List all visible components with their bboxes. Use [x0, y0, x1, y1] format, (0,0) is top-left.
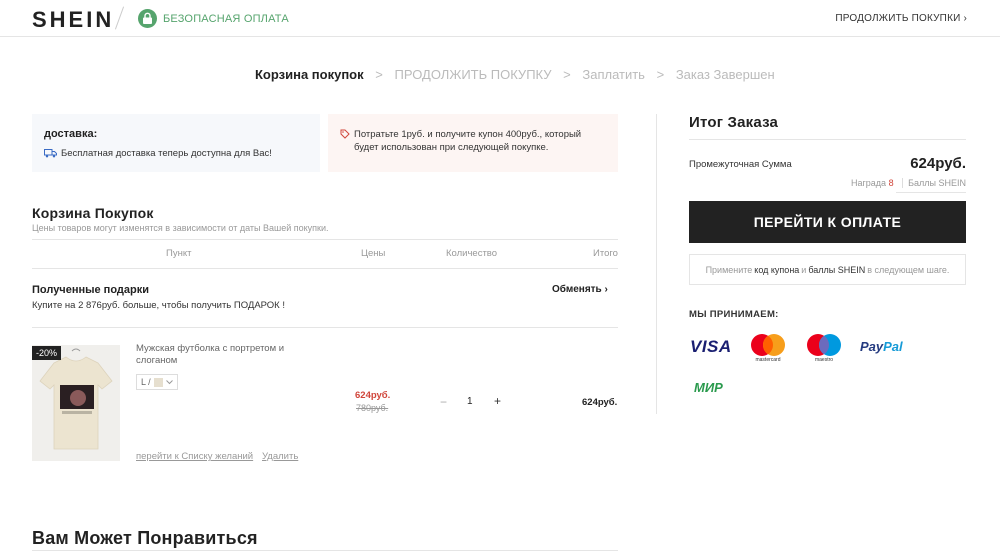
divider — [689, 139, 966, 140]
quantity-decrease-button[interactable]: − — [440, 395, 447, 409]
mastercard-label: mastercard — [755, 357, 780, 363]
mir-logo: МИР — [694, 380, 723, 395]
coupon-note-text: Примените — [705, 264, 753, 275]
proceed-to-payment-button[interactable]: ПЕРЕЙТИ К ОПЛАТЕ — [689, 201, 966, 243]
order-summary-title: Итог Заказа — [689, 114, 779, 131]
coupon-code-text: код купона — [754, 264, 800, 275]
product-name[interactable]: Мужская футболка с портретом и слоганом — [136, 343, 296, 367]
delete-item-link[interactable]: Удалить — [262, 451, 298, 462]
tshirt-image — [32, 345, 120, 461]
reward-value: 8 — [888, 178, 894, 188]
column-price: Цены — [361, 248, 386, 259]
step-separator: > — [375, 67, 383, 82]
shein-points-text: баллы SHEIN — [808, 264, 866, 275]
column-total: Итого — [593, 248, 618, 259]
logo-divider — [114, 6, 125, 30]
discount-badge: -20% — [32, 346, 62, 360]
cart-subtitle: Цены товаров могут изменятся в зависимос… — [32, 223, 329, 233]
delivery-title: доставка: — [44, 128, 98, 140]
mastercard-logo: mastercard — [751, 334, 785, 363]
paypal-pay: Pay — [860, 339, 884, 354]
reward-line: Награда 8 Баллы SHEIN — [851, 178, 966, 188]
divider — [32, 268, 618, 269]
checkout-steps: Корзина покупок > ПРОДОЛЖИТЬ ПОКУПКУ > З… — [255, 67, 775, 82]
quantity-increase-button[interactable]: + — [494, 394, 501, 408]
coupon-note-text: в следующем шаге. — [867, 264, 950, 275]
header: SHEIN БЕЗОПАСНАЯ ОПЛАТА ПРОДОЛЖИТЬ ПОКУП… — [0, 0, 1000, 37]
truck-icon — [44, 149, 57, 158]
coupon-note: Примените код купона и баллы SHEIN в сле… — [689, 254, 966, 285]
step-separator: > — [563, 67, 571, 82]
item-total: 624руб. — [582, 397, 618, 408]
accepted-payments-label: МЫ ПРИНИМАЕМ: — [689, 309, 779, 320]
color-swatch — [153, 377, 163, 387]
step-continue: ПРОДОЛЖИТЬ ПОКУПКУ — [394, 67, 552, 82]
exchange-link[interactable]: Обменять › — [552, 284, 608, 295]
price-current: 624руб. — [355, 390, 391, 401]
delivery-text: Бесплатная доставка теперь доступна для … — [61, 148, 272, 159]
coupon-note-text: и — [801, 264, 807, 275]
gifts-subtitle: Купите на 2 876руб. больше, чтобы получи… — [32, 300, 285, 311]
paypal-logo: PayPal — [860, 339, 903, 354]
variant-select[interactable]: L / — [136, 374, 178, 390]
maestro-logo: maestro — [807, 334, 841, 363]
visa-logo: VISA — [690, 337, 732, 356]
delivery-info-box: доставка: Бесплатная доставка теперь дос… — [32, 114, 320, 172]
subtotal-label: Промежуточная Сумма — [689, 159, 792, 170]
maestro-label: maestro — [815, 357, 833, 363]
reward-label: Награда — [851, 178, 887, 188]
secure-payment-label: БЕЗОПАСНАЯ ОПЛАТА — [163, 13, 289, 25]
divider — [896, 192, 966, 193]
column-quantity: Количество — [446, 248, 498, 259]
step-cart: Корзина покупок — [255, 67, 364, 82]
divider — [32, 327, 618, 328]
continue-shopping-link[interactable]: ПРОДОЛЖИТЬ ПОКУПКИ › — [835, 13, 967, 24]
paypal-pal: Pal — [883, 339, 903, 354]
chevron-down-icon — [165, 379, 173, 384]
subtotal-value: 624руб. — [910, 155, 966, 172]
shein-logo[interactable]: SHEIN — [32, 7, 114, 33]
column-item: Пункт — [166, 248, 192, 259]
points-label: Баллы SHEIN — [902, 178, 966, 188]
coupon-tag-icon — [340, 129, 350, 139]
step-pay: Заплатить — [582, 67, 645, 82]
recommendations-title: Вам Может Понравиться — [32, 528, 258, 548]
variant-size: L / — [141, 377, 151, 387]
column-divider — [656, 114, 657, 414]
cart-title: Корзина Покупок — [32, 205, 154, 221]
move-to-wishlist-link[interactable]: перейти к Списку желаний — [136, 451, 253, 462]
lock-icon — [138, 9, 157, 28]
coupon-promo-box: Потратьте 1руб. и получите купон 400руб.… — [328, 114, 618, 172]
divider — [32, 550, 618, 551]
step-separator: > — [656, 67, 665, 82]
product-image[interactable] — [32, 345, 120, 461]
divider — [32, 239, 618, 240]
step-complete: Заказ Завершен — [675, 67, 775, 82]
coupon-promo-text: Потратьте 1руб. и получите купон 400руб.… — [354, 129, 582, 153]
quantity-value[interactable]: 1 — [467, 396, 473, 407]
gifts-title: Полученные подарки — [32, 284, 149, 296]
price-original: 780руб. — [356, 403, 389, 413]
